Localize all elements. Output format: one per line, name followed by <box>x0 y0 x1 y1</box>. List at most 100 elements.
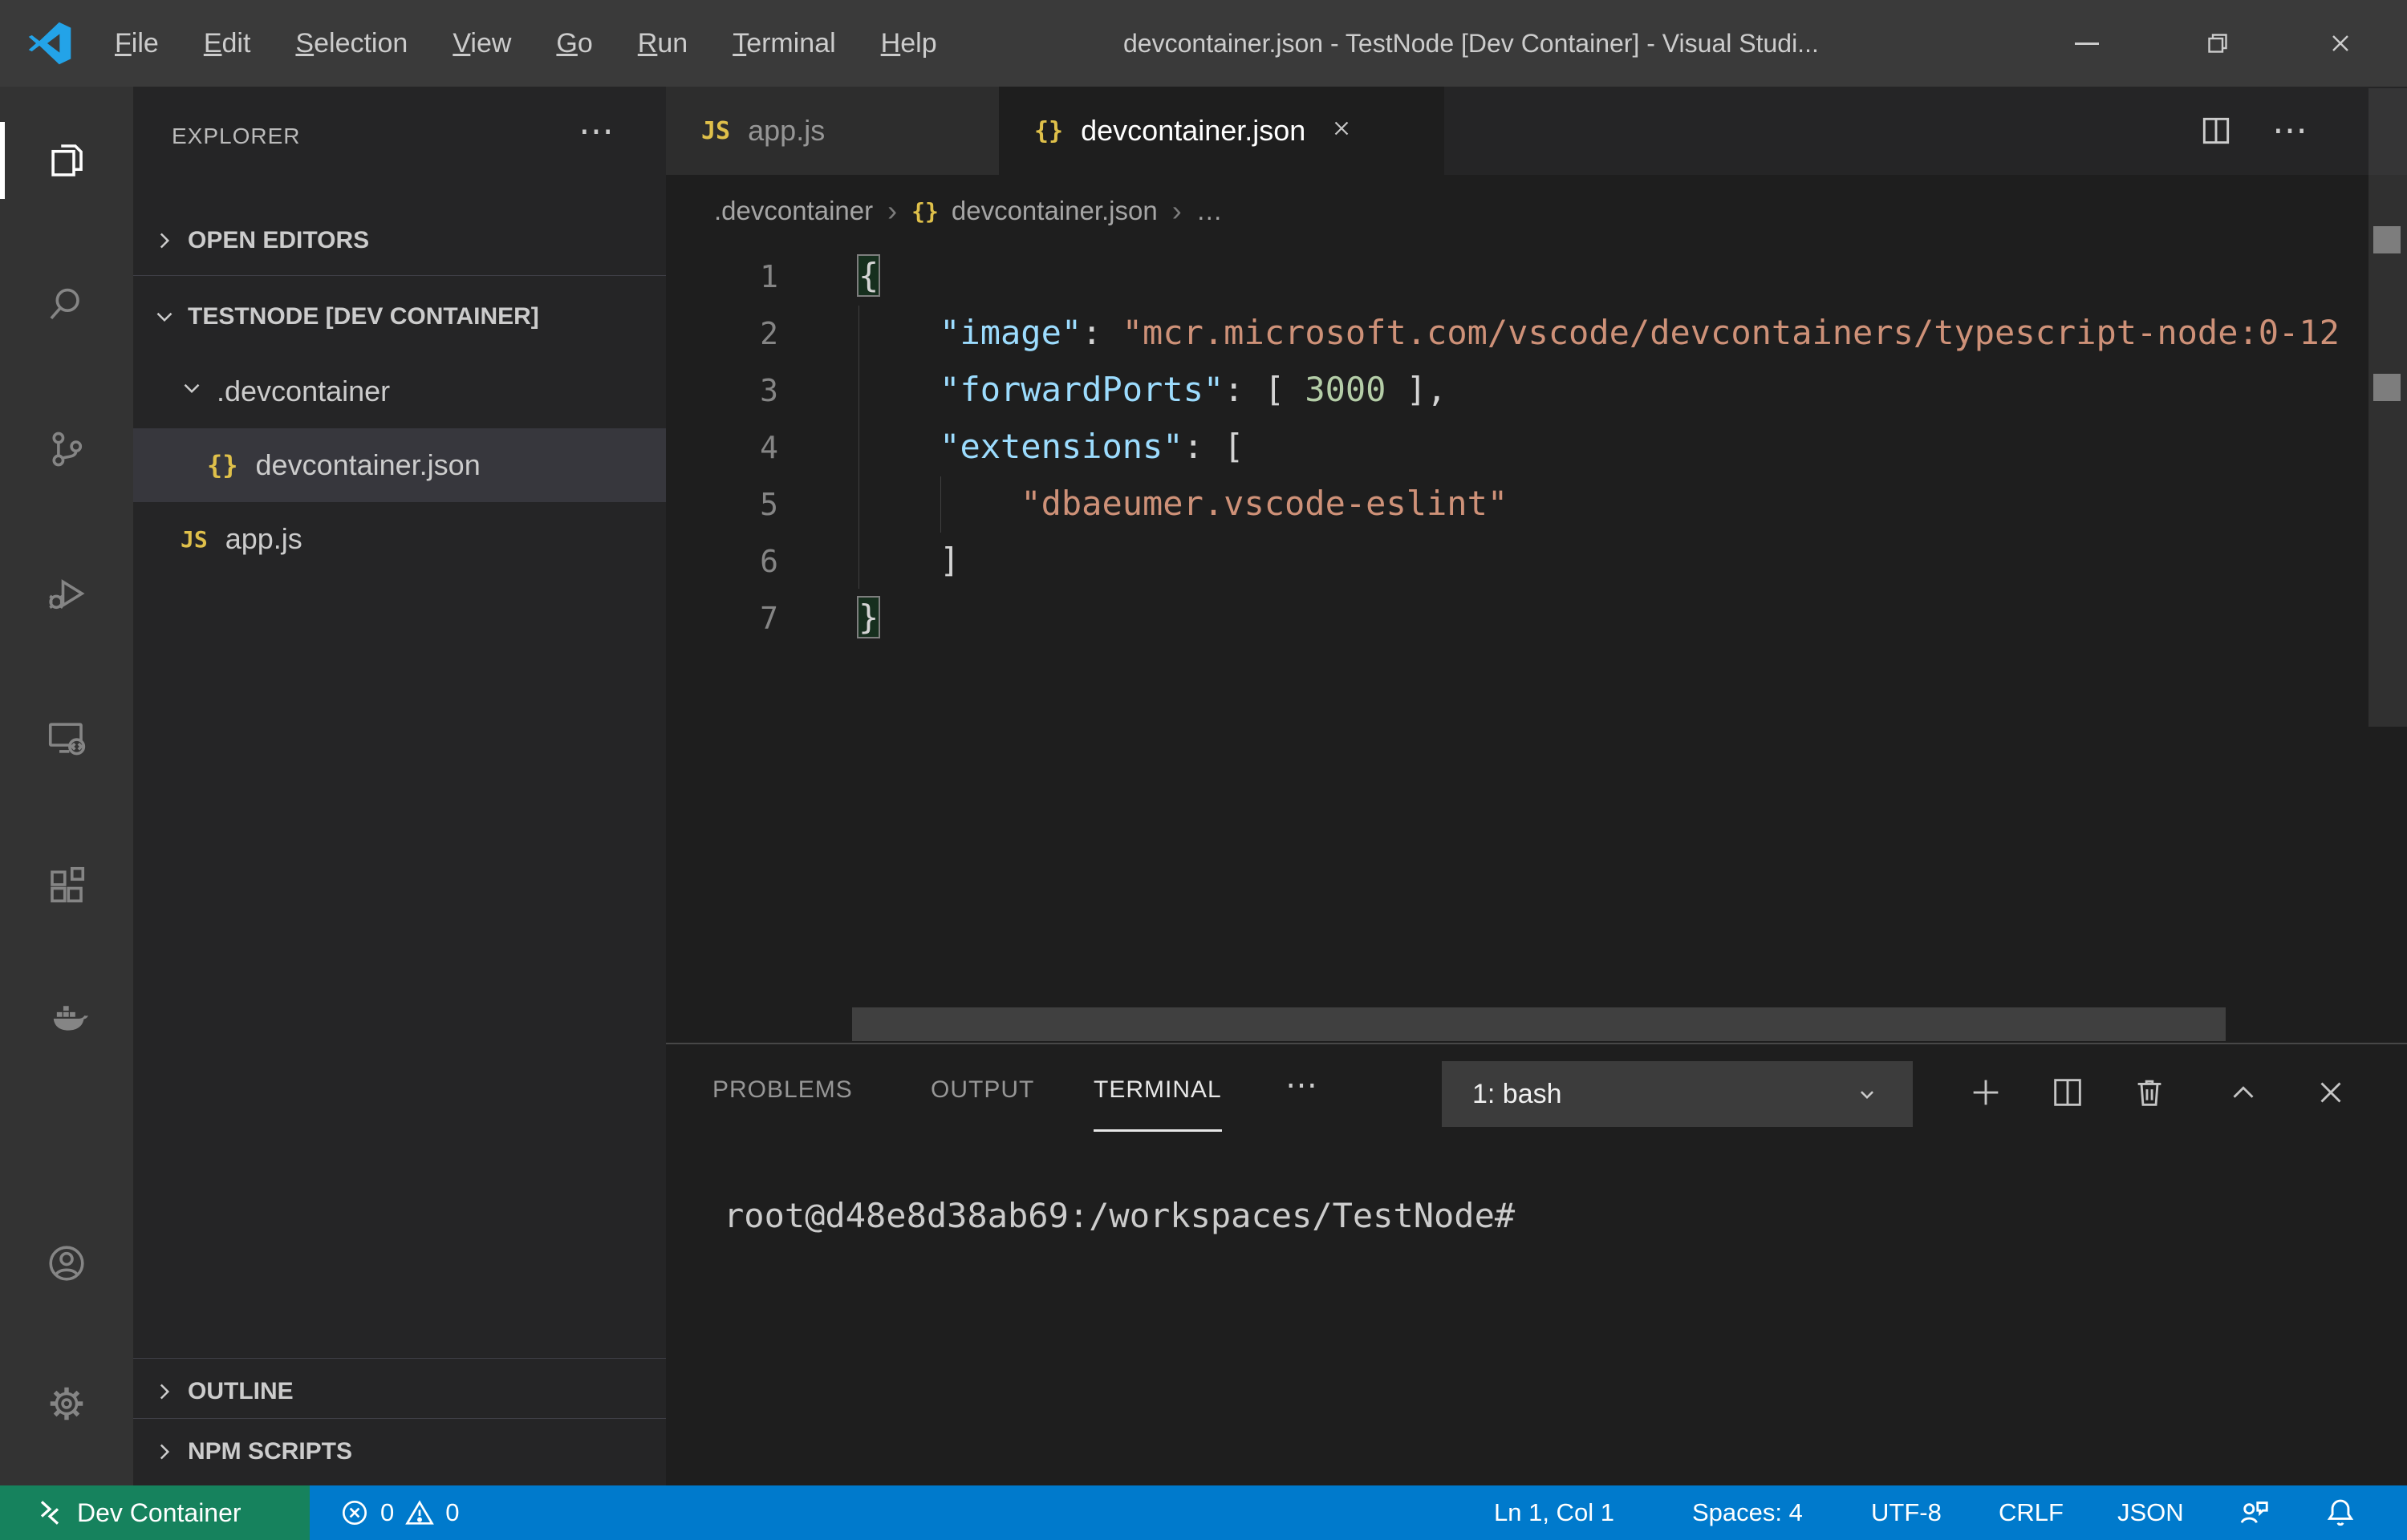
remote-indicator[interactable]: Dev Container <box>0 1485 310 1540</box>
vertical-scrollbar[interactable] <box>2368 88 2407 727</box>
minimize-button[interactable] <box>2042 0 2132 87</box>
encoding-status[interactable]: UTF-8 <box>1871 1485 1942 1540</box>
menu-selection[interactable]: Selection <box>273 0 430 87</box>
line-number: 7 <box>666 590 778 647</box>
panel-more-actions[interactable]: ⋯ <box>1285 1067 1320 1104</box>
error-count: 0 <box>380 1498 394 1527</box>
code-token: [ <box>1224 427 1244 466</box>
minimize-icon <box>2075 43 2099 45</box>
close-window-button[interactable] <box>2295 0 2385 87</box>
plus-icon <box>1967 1074 2004 1111</box>
breadcrumb: .devcontainer › {} devcontainer.json › … <box>666 175 2407 247</box>
code-line-4: 4 "extensions": [ <box>666 418 2407 475</box>
activity-settings[interactable] <box>0 1365 133 1442</box>
menu-help[interactable]: Help <box>858 0 960 87</box>
title-bar: File Edit Selection View Go Run Terminal… <box>0 0 2407 87</box>
warning-icon <box>405 1498 434 1527</box>
warning-count: 0 <box>445 1498 459 1527</box>
line-content: "dbaeumer.vscode-eslint" <box>858 484 1508 523</box>
chevron-up-icon <box>2225 1074 2262 1111</box>
tab-label: app.js <box>748 114 825 148</box>
breadcrumb-file[interactable]: devcontainer.json <box>952 196 1158 226</box>
new-terminal-button[interactable] <box>1962 1068 2010 1116</box>
json-file-icon: {} <box>1034 117 1063 145</box>
panel-tab-output[interactable]: OUTPUT <box>931 1076 1034 1104</box>
menu-run[interactable]: Run <box>615 0 710 87</box>
code-token: [ <box>1264 370 1305 409</box>
activity-remote-explorer[interactable] <box>0 699 133 776</box>
section-open-editors[interactable]: OPEN EDITORS <box>133 213 666 269</box>
section-workspace[interactable]: TESTNODE [DEV CONTAINER] <box>133 289 666 345</box>
panel-tab-terminal[interactable]: TERMINAL <box>1094 1076 1222 1104</box>
language-mode[interactable]: JSON <box>2117 1485 2184 1540</box>
cursor-position[interactable]: Ln 1, Col 1 <box>1494 1485 1614 1540</box>
line-content: "extensions": [ <box>858 427 1244 466</box>
menu-view[interactable]: View <box>430 0 534 87</box>
section-workspace-label: TESTNODE [DEV CONTAINER] <box>188 303 539 330</box>
feedback-button[interactable] <box>2237 1485 2271 1540</box>
line-number: 5 <box>666 476 778 533</box>
notifications-bell[interactable] <box>2324 1485 2357 1540</box>
terminal-output[interactable]: root@d48e8d38ab69:/workspaces/TestNode# <box>724 1190 1515 1242</box>
line-number: 6 <box>666 533 778 590</box>
sidebar-more-actions[interactable]: ⋯ <box>578 111 615 152</box>
breadcrumb-symbol-ellipsis[interactable]: … <box>1196 196 1223 226</box>
close-panel-button[interactable] <box>2307 1068 2355 1116</box>
code-line-3: 3 "forwardPorts": [ 3000 ], <box>666 361 2407 418</box>
menu-go[interactable]: Go <box>534 0 615 87</box>
tree-item-devcontainer-json[interactable]: {} devcontainer.json <box>133 428 666 502</box>
activity-search[interactable] <box>0 266 133 343</box>
section-open-editors-label: OPEN EDITORS <box>188 227 369 254</box>
activity-source-control[interactable] <box>0 411 133 488</box>
close-icon <box>2312 1074 2349 1111</box>
split-editor-icon[interactable] <box>2198 113 2234 148</box>
sidebar-title: EXPLORER <box>172 124 301 149</box>
code-token: "forwardPorts" <box>940 370 1224 409</box>
more-actions-icon[interactable]: ⋯ <box>2272 113 2310 148</box>
restore-button[interactable] <box>2173 0 2263 87</box>
activity-explorer[interactable] <box>0 122 133 199</box>
code-token: : <box>1183 427 1224 466</box>
section-npm-scripts[interactable]: NPM SCRIPTS <box>133 1424 666 1480</box>
code-token: { <box>858 256 879 295</box>
window-title: devcontainer.json - TestNode [Dev Contai… <box>1123 0 1819 87</box>
overview-ruler-mark <box>2373 226 2401 253</box>
bottom-panel: PROBLEMS OUTPUT TERMINAL ⋯ 1: bash root@… <box>666 1043 2407 1485</box>
horizontal-scrollbar[interactable] <box>852 1007 2226 1041</box>
panel-tab-problems[interactable]: PROBLEMS <box>712 1076 853 1104</box>
js-file-icon: JS <box>181 526 208 553</box>
indentation-status[interactable]: Spaces: 4 <box>1692 1485 1803 1540</box>
breadcrumb-folder[interactable]: .devcontainer <box>714 196 873 226</box>
menu-edit[interactable]: Edit <box>181 0 274 87</box>
line-content: ] <box>858 541 960 580</box>
split-terminal-button[interactable] <box>2044 1068 2092 1116</box>
code-token <box>858 541 940 580</box>
code-token: "image" <box>940 313 1082 352</box>
code-editor[interactable]: 1{2 "image": "mcr.microsoft.com/vscode/d… <box>666 247 2407 1043</box>
line-number: 4 <box>666 419 778 476</box>
kill-terminal-button[interactable] <box>2125 1068 2174 1116</box>
vscode-window: File Edit Selection View Go Run Terminal… <box>0 0 2407 1540</box>
activity-docker[interactable] <box>0 980 133 1057</box>
menu-file[interactable]: File <box>92 0 181 87</box>
code-token <box>858 370 940 409</box>
tree-item-devcontainer-folder[interactable]: .devcontainer <box>133 355 666 428</box>
maximize-panel-button[interactable] <box>2219 1068 2267 1116</box>
remote-label: Dev Container <box>77 1498 242 1528</box>
tab-appjs[interactable]: JS app.js <box>666 87 999 175</box>
activity-run-debug[interactable] <box>0 555 133 632</box>
terminal-shell-select[interactable]: 1: bash <box>1442 1061 1913 1127</box>
editor-actions: ⋯ <box>2198 87 2310 175</box>
menu-bar: File Edit Selection View Go Run Terminal… <box>92 0 960 87</box>
code-line-6: 6 ] <box>666 532 2407 589</box>
tab-close-button[interactable] <box>1329 114 1354 148</box>
tab-devcontainer-json[interactable]: {} devcontainer.json <box>999 87 1444 175</box>
activity-extensions[interactable] <box>0 846 133 923</box>
menu-terminal[interactable]: Terminal <box>710 0 858 87</box>
problems-status[interactable]: 0 0 <box>340 1485 460 1540</box>
code-token: "mcr.microsoft.com/vscode/devcontainers/… <box>1122 313 2340 352</box>
activity-accounts[interactable] <box>0 1225 133 1302</box>
tree-item-appjs[interactable]: JS app.js <box>133 502 666 576</box>
section-outline[interactable]: OUTLINE <box>133 1364 666 1420</box>
eol-status[interactable]: CRLF <box>1999 1485 2064 1540</box>
